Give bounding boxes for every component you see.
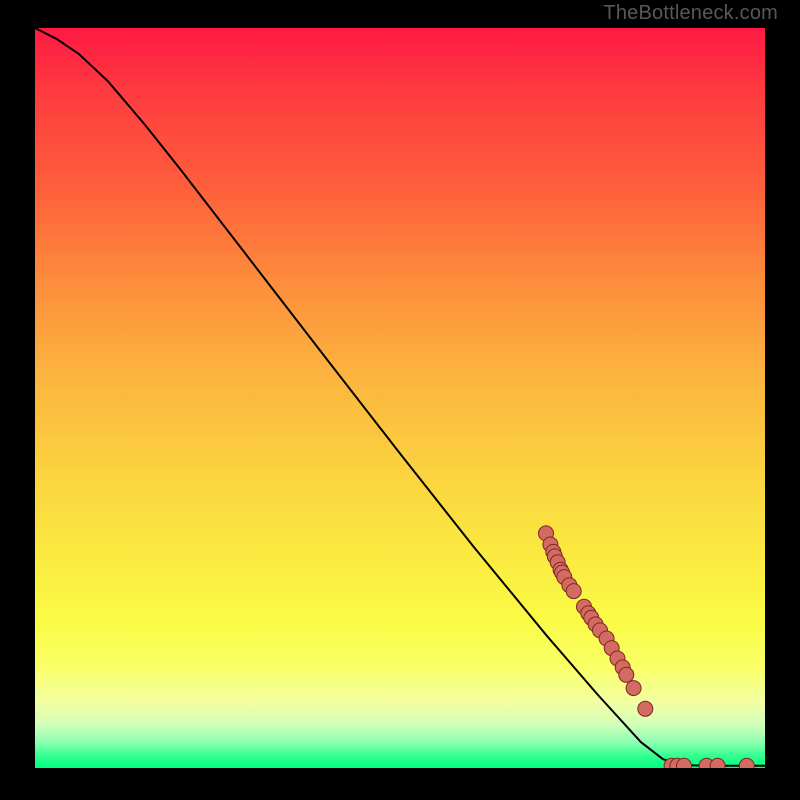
data-point (626, 681, 641, 696)
bottleneck-curve (35, 28, 765, 766)
chart-svg (35, 28, 765, 768)
data-point (739, 758, 754, 768)
attribution-text: TheBottleneck.com (603, 2, 778, 25)
data-point (566, 584, 581, 599)
data-points-group (539, 526, 755, 768)
plot-area (35, 28, 765, 768)
data-point (710, 758, 725, 768)
data-point (638, 701, 653, 716)
chart-frame: TheBottleneck.com (0, 0, 800, 800)
data-point (619, 667, 634, 682)
